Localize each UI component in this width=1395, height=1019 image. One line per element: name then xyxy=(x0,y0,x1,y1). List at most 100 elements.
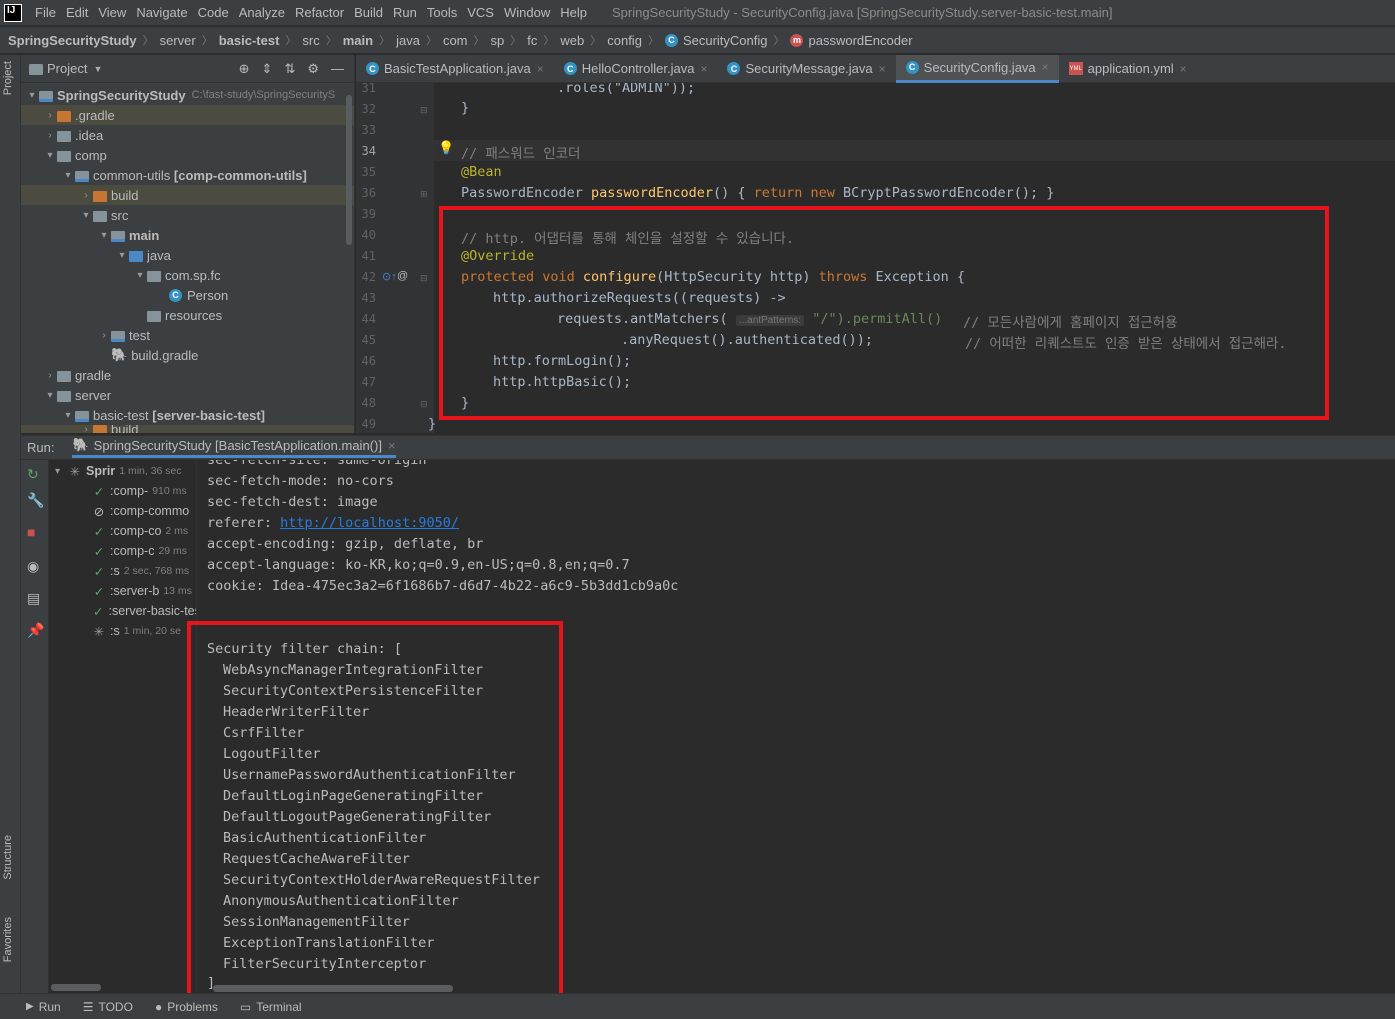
chevron-right-icon[interactable]: › xyxy=(43,130,57,141)
project-view-dropdown[interactable]: Project xyxy=(47,61,87,76)
tree-item-idea[interactable]: › .idea xyxy=(21,125,354,145)
run-tree-scrollbar[interactable] xyxy=(51,984,101,991)
console-output[interactable]: sec-fetch-site: same-origin sec-fetch-mo… xyxy=(197,460,1395,993)
menu-vcs[interactable]: VCS xyxy=(462,5,499,20)
tree-item-person[interactable]: C Person xyxy=(21,285,354,305)
breadcrumb-com[interactable]: com xyxy=(443,33,468,48)
tab-application-yml[interactable]: YML application.yml × xyxy=(1059,55,1197,83)
hide-panel-icon[interactable]: — xyxy=(331,61,344,77)
problems-tool-button[interactable]: ● Problems xyxy=(155,1000,218,1014)
favorites-tool-tab[interactable]: Favorites xyxy=(2,917,14,962)
run-tree-item[interactable]: ✳:s 1 min, 20 se xyxy=(49,621,196,641)
breadcrumb-basic-test[interactable]: basic-test xyxy=(219,33,280,48)
run-tree-item[interactable]: ✓:comp- 910 ms xyxy=(49,481,196,501)
tree-item-common-utils[interactable]: ▾ common-utils [comp-common-utils] xyxy=(21,165,354,185)
breadcrumb-fc[interactable]: fc xyxy=(527,33,537,48)
chevron-down-icon[interactable]: ▾ xyxy=(133,270,147,281)
locate-file-icon[interactable]: ⊕ xyxy=(239,61,250,77)
chevron-down-icon[interactable]: ▾ xyxy=(43,150,57,161)
gear-icon[interactable]: ⚙ xyxy=(307,61,319,77)
code-editor[interactable]: 31 32 33 34 35 36 39 40 41 42 43 44 45 4… xyxy=(356,83,1395,433)
run-tab[interactable]: 🐘 SpringSecurityStudy [BasicTestApplicat… xyxy=(72,437,396,458)
project-scrollbar[interactable] xyxy=(346,95,352,245)
chevron-down-icon[interactable]: ▾ xyxy=(115,250,129,261)
tree-item-gradle-dir[interactable]: › .gradle xyxy=(21,105,354,125)
tree-item-package[interactable]: ▾ com.sp.fc xyxy=(21,265,354,285)
layout-icon[interactable]: ▤ xyxy=(27,590,40,607)
terminal-tool-button[interactable]: ▭ Terminal xyxy=(240,1000,302,1014)
breadcrumb-sp[interactable]: sp xyxy=(491,33,505,48)
menu-run[interactable]: Run xyxy=(388,5,422,20)
structure-tool-tab[interactable]: Structure xyxy=(2,835,14,880)
tree-item-basic-test[interactable]: ▾ basic-test [server-basic-test] xyxy=(21,405,354,425)
run-tool-button[interactable]: ▶ Run xyxy=(26,1000,61,1014)
close-icon[interactable]: × xyxy=(879,62,886,76)
eye-icon[interactable]: ◉ xyxy=(27,558,39,575)
tab-basictestapplication[interactable]: C BasicTestApplication.java × xyxy=(356,55,554,83)
chevron-right-icon[interactable]: › xyxy=(43,110,57,121)
todo-tool-button[interactable]: ☰ TODO xyxy=(83,1000,133,1014)
breadcrumb-src[interactable]: src xyxy=(302,33,319,48)
menu-refactor[interactable]: Refactor xyxy=(290,5,349,20)
tree-item-gradle[interactable]: › gradle xyxy=(21,365,354,385)
menu-view[interactable]: View xyxy=(93,5,131,20)
run-tree-item[interactable]: ⊘:comp-commo xyxy=(49,501,196,521)
console-link[interactable]: http://localhost:9050/ xyxy=(280,515,459,531)
at-marker-icon[interactable]: @ xyxy=(397,270,408,282)
fold-icon[interactable]: ⊟ xyxy=(420,399,428,410)
run-tree-item[interactable]: ✓:s 2 sec, 768 ms xyxy=(49,561,196,581)
tree-item-build-partial[interactable]: › build xyxy=(21,425,354,433)
tree-item-src[interactable]: ▾ src xyxy=(21,205,354,225)
breadcrumb-java[interactable]: java xyxy=(396,33,420,48)
run-tree-item[interactable]: ✓:server-basic-tes xyxy=(49,601,196,621)
chevron-down-icon[interactable]: ▾ xyxy=(97,230,111,241)
menu-file[interactable]: File xyxy=(30,5,61,20)
console-scrollbar[interactable] xyxy=(213,985,453,992)
close-icon[interactable]: × xyxy=(1180,62,1187,76)
breadcrumb-web[interactable]: web xyxy=(560,33,584,48)
tab-securitymessage[interactable]: C SecurityMessage.java × xyxy=(717,55,895,83)
tab-hellocontroller[interactable]: C HelloController.java × xyxy=(554,55,718,83)
chevron-down-icon[interactable]: ▾ xyxy=(55,466,69,477)
collapse-all-icon[interactable]: ⇅ xyxy=(284,61,295,77)
fold-icon[interactable]: ⊟ xyxy=(420,105,428,116)
tree-item-springsecuritystudy[interactable]: ▾ SpringSecurityStudy C:\fast-study\Spring… xyxy=(21,85,354,105)
close-icon[interactable]: × xyxy=(537,62,544,76)
tree-item-main[interactable]: ▾ main xyxy=(21,225,354,245)
close-icon[interactable]: × xyxy=(388,438,396,453)
rerun-icon[interactable]: ↻ xyxy=(27,466,39,483)
breadcrumb-main[interactable]: main xyxy=(343,33,373,48)
chevron-right-icon[interactable]: › xyxy=(97,330,111,341)
wrench-icon[interactable]: 🔧 xyxy=(27,492,44,509)
fold-icon[interactable]: ⊞ xyxy=(420,189,428,200)
tree-item-comp[interactable]: ▾ comp xyxy=(21,145,354,165)
chevron-right-icon[interactable]: › xyxy=(43,370,57,381)
chevron-right-icon[interactable]: › xyxy=(79,190,93,201)
menu-window[interactable]: Window xyxy=(499,5,555,20)
override-marker-icon[interactable]: ⊙↑ xyxy=(382,270,397,283)
close-icon[interactable]: × xyxy=(1042,60,1049,74)
chevron-down-icon[interactable]: ▾ xyxy=(61,410,75,421)
run-tree-item[interactable]: ✓:server-b 13 ms xyxy=(49,581,196,601)
tree-item-test[interactable]: › test xyxy=(21,325,354,345)
menu-analyze[interactable]: Analyze xyxy=(234,5,290,20)
project-tool-tab[interactable]: Project xyxy=(2,61,14,95)
menu-edit[interactable]: Edit xyxy=(61,5,93,20)
chevron-down-icon[interactable]: ▾ xyxy=(25,90,39,101)
chevron-down-icon[interactable]: ▾ xyxy=(43,390,57,401)
breadcrumb-config[interactable]: config xyxy=(607,33,642,48)
breadcrumb-passwordencoder[interactable]: m passwordEncoder xyxy=(790,33,913,48)
lightbulb-icon[interactable]: 💡 xyxy=(438,140,454,156)
close-icon[interactable]: × xyxy=(700,62,707,76)
breadcrumb-securityconfig[interactable]: C SecurityConfig xyxy=(664,33,767,48)
stop-icon[interactable]: ■ xyxy=(27,524,35,540)
breadcrumb-project[interactable]: SpringSecurityStudy xyxy=(8,33,137,48)
menu-build[interactable]: Build xyxy=(349,5,388,20)
fold-icon[interactable]: ⊟ xyxy=(420,273,428,284)
chevron-down-icon[interactable]: ▾ xyxy=(79,210,93,221)
expand-all-icon[interactable]: ⇕ xyxy=(262,61,273,77)
breadcrumb-server[interactable]: server xyxy=(160,33,196,48)
menu-tools[interactable]: Tools xyxy=(422,5,462,20)
pin-icon[interactable]: 📌 xyxy=(27,622,44,639)
chevron-down-icon[interactable]: ▼ xyxy=(93,64,102,74)
